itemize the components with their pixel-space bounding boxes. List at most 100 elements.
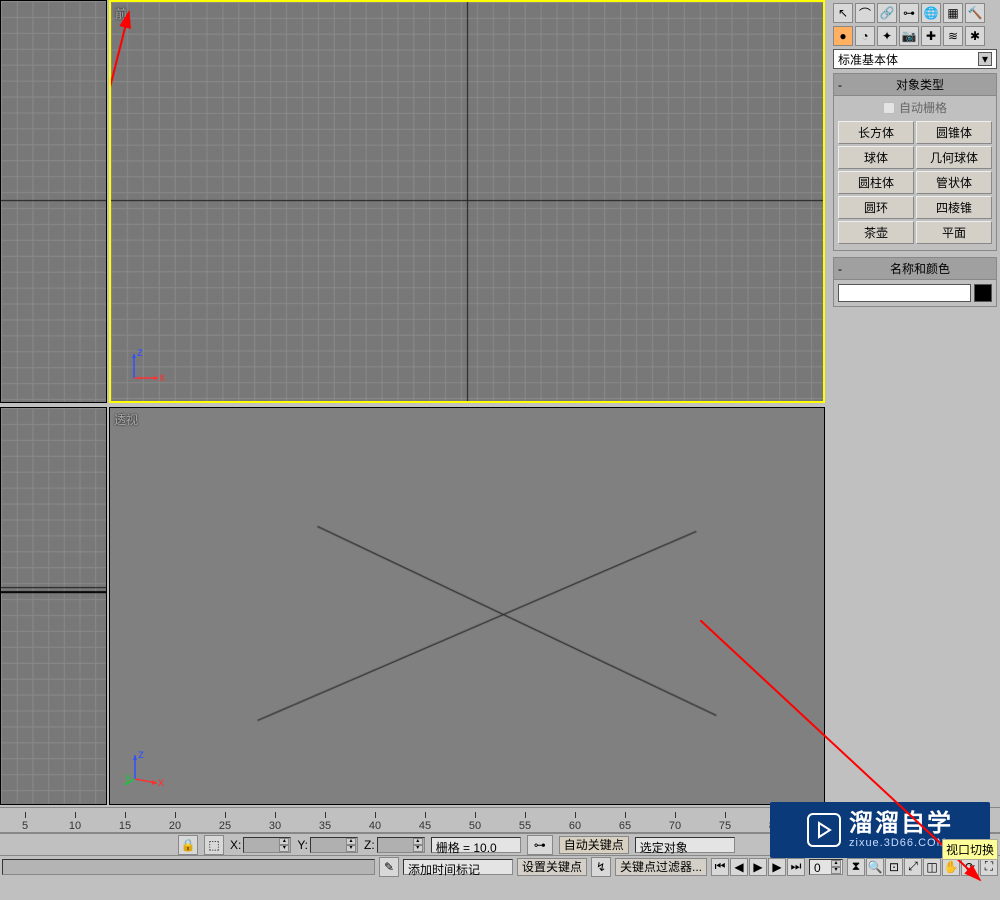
tick-25: 25 xyxy=(200,820,250,832)
end-icon[interactable]: ⏭ xyxy=(787,858,805,876)
viewport-top-left[interactable] xyxy=(0,0,107,403)
arrow-icon[interactable]: ↖ xyxy=(833,3,853,23)
primitive-5[interactable]: 管状体 xyxy=(916,171,992,194)
tick-60: 60 xyxy=(550,820,600,832)
script-icon[interactable]: ✎ xyxy=(379,857,399,877)
tick-80: 80 xyxy=(750,820,800,832)
grid-top-left xyxy=(1,1,106,402)
autogrid-checkbox[interactable] xyxy=(883,102,895,114)
min-max-icon[interactable]: ⛶ xyxy=(980,858,998,876)
hammer-icon[interactable]: 🔨 xyxy=(965,3,985,23)
timeline-ruler[interactable]: 5101520253035404550556065707580859095100 xyxy=(0,807,1000,833)
y-input[interactable]: ▴▾ xyxy=(310,837,358,853)
tick-90: 90 xyxy=(850,820,900,832)
viewport-front[interactable]: 前 x z xyxy=(109,0,825,403)
viewport-front-label: 前 xyxy=(115,5,127,22)
sphere-icon[interactable]: ● xyxy=(833,26,853,46)
viewport-persp-label: 透视 xyxy=(114,411,138,428)
geometry-type-dropdown[interactable]: 标准基本体 ▾ xyxy=(833,49,997,69)
play-icon[interactable]: ▶ xyxy=(749,858,767,876)
autogrid-label: 自动栅格 xyxy=(899,99,947,116)
grid-icon[interactable]: ▦ xyxy=(943,3,963,23)
create-category-row: ●◔✦📷✚≋✱ xyxy=(833,26,997,46)
rollout-name-color-title: 名称和颜色 xyxy=(848,260,992,277)
status-bar-1: 🔒 ⬚ X:▴▾ Y:▴▾ Z:▴▾ 栅格 = 10.0 ⊶ 自动关键点 选定对… xyxy=(0,833,1000,855)
time-tag-field[interactable]: 添加时间标记 xyxy=(403,859,513,875)
collapse-icon: - xyxy=(838,78,848,92)
panel-tab-row: ↖⌒🔗⊶🌐▦🔨 xyxy=(833,3,997,23)
lock-icon[interactable]: 🔒 xyxy=(178,835,198,855)
tick-15: 15 xyxy=(100,820,150,832)
primitive-7[interactable]: 四棱锥 xyxy=(916,196,992,219)
primitive-4[interactable]: 圆柱体 xyxy=(838,171,914,194)
arc-icon[interactable]: ⌒ xyxy=(855,3,875,23)
primitive-8[interactable]: 茶壶 xyxy=(838,221,914,244)
tick-100: 100 xyxy=(950,820,1000,832)
primitive-2[interactable]: 球体 xyxy=(838,146,914,169)
tick-75: 75 xyxy=(700,820,750,832)
autogrid-row: 自动栅格 xyxy=(834,96,996,119)
key-filter-button[interactable]: 关键点过滤器... xyxy=(615,858,707,876)
grid-readout: 栅格 = 10.0 xyxy=(431,837,521,853)
zoom-ext-icon[interactable]: ⤢ xyxy=(904,858,922,876)
fov-icon[interactable]: ◫ xyxy=(923,858,941,876)
object-name-input[interactable] xyxy=(838,284,971,302)
z-label: Z: xyxy=(364,838,375,852)
primitive-1[interactable]: 圆锥体 xyxy=(916,121,992,144)
auto-key-button[interactable]: 自动关键点 xyxy=(559,836,629,854)
zoom-icon[interactable]: 🔍 xyxy=(866,858,884,876)
tick-20: 20 xyxy=(150,820,200,832)
orbit-icon[interactable]: ⟳ xyxy=(961,858,979,876)
frame-input[interactable]: 0▴▾ xyxy=(809,859,843,875)
selection-lock-icon[interactable]: ⬚ xyxy=(204,835,224,855)
primitive-0[interactable]: 长方体 xyxy=(838,121,914,144)
key-icon[interactable]: ⊶ xyxy=(527,835,553,855)
rollout-object-type-header[interactable]: - 对象类型 xyxy=(834,74,996,96)
key-mode-icon[interactable]: ↯ xyxy=(591,857,611,877)
time-icon[interactable]: ⧗ xyxy=(847,858,865,876)
primitive-6[interactable]: 圆环 xyxy=(838,196,914,219)
z-input[interactable]: ▴▾ xyxy=(377,837,425,853)
camera-icon[interactable]: 📷 xyxy=(899,26,919,46)
rollout-name-color-header[interactable]: - 名称和颜色 xyxy=(834,258,996,280)
primitive-3[interactable]: 几何球体 xyxy=(916,146,992,169)
name-color-row xyxy=(834,280,996,306)
primitive-9[interactable]: 平面 xyxy=(916,221,992,244)
star-icon[interactable]: ✱ xyxy=(965,26,985,46)
status-bar-2: ✎ 添加时间标记 设置关键点 ↯ 关键点过滤器... ⏮◀▶▶⏭ 0▴▾ ⧗🔍⊡… xyxy=(0,855,1000,877)
rew-icon[interactable]: ⏮ xyxy=(711,858,729,876)
tick-5: 5 xyxy=(0,820,50,832)
tick-35: 35 xyxy=(300,820,350,832)
wave-icon[interactable]: ≋ xyxy=(943,26,963,46)
y-label: Y: xyxy=(297,838,308,852)
set-key-button[interactable]: 设置关键点 xyxy=(517,858,587,876)
object-color-swatch[interactable] xyxy=(974,284,992,302)
tick-45: 45 xyxy=(400,820,450,832)
light-icon[interactable]: ✦ xyxy=(877,26,897,46)
rollout-name-color: - 名称和颜色 xyxy=(833,257,997,307)
zoom-all-icon[interactable]: ⊡ xyxy=(885,858,903,876)
object-buttons-grid: 长方体圆锥体球体几何球体圆柱体管状体圆环四棱锥茶壶平面 xyxy=(834,119,996,250)
x-label: X: xyxy=(230,838,241,852)
helper-icon[interactable]: ✚ xyxy=(921,26,941,46)
clock-icon[interactable]: ◔ xyxy=(855,26,875,46)
grid-persp xyxy=(110,408,824,804)
pan-icon[interactable]: ✋ xyxy=(942,858,960,876)
tick-65: 65 xyxy=(600,820,650,832)
playback-cluster: ⏮◀▶▶⏭ xyxy=(711,858,805,876)
tick-55: 55 xyxy=(500,820,550,832)
prev-icon[interactable]: ◀ xyxy=(730,858,748,876)
tick-30: 30 xyxy=(250,820,300,832)
link-icon[interactable]: 🔗 xyxy=(877,3,897,23)
bottom-bar: 5101520253035404550556065707580859095100… xyxy=(0,807,1000,900)
x-input[interactable]: ▴▾ xyxy=(243,837,291,853)
dumbbell-icon[interactable]: ⊶ xyxy=(899,3,919,23)
viewport-toggle-tooltip: 视口切换 xyxy=(942,839,998,860)
prompt-line xyxy=(2,859,375,875)
globe-icon[interactable]: 🌐 xyxy=(921,3,941,23)
viewport-bottom-left[interactable] xyxy=(0,407,107,805)
selected-object-field[interactable]: 选定对象 xyxy=(635,837,735,853)
collapse-icon: - xyxy=(838,262,848,276)
next-icon[interactable]: ▶ xyxy=(768,858,786,876)
viewport-perspective[interactable]: 透视 x z y xyxy=(109,407,825,805)
